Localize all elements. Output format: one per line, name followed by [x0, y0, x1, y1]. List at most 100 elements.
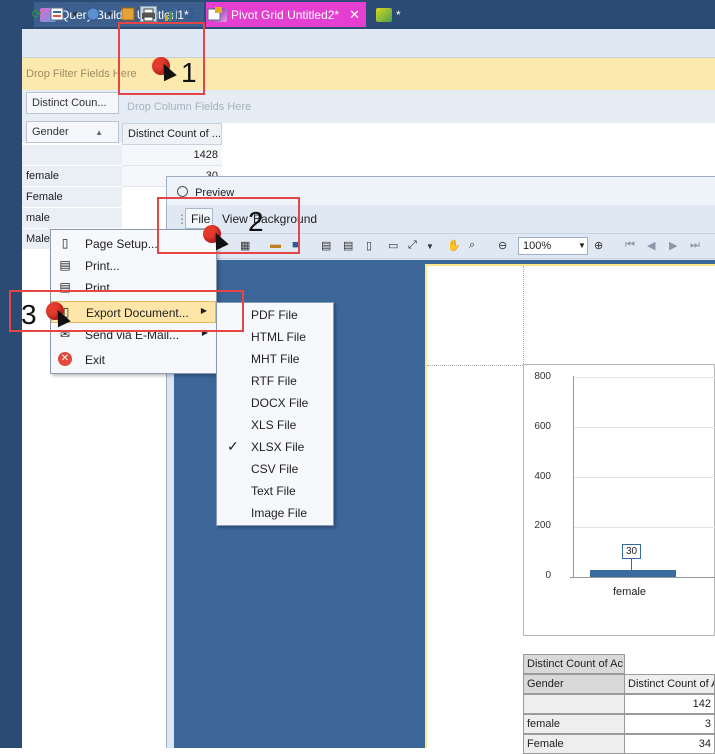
gridline — [574, 377, 715, 378]
export-image[interactable]: Image File — [217, 501, 333, 523]
menu-item-label: Exit — [85, 353, 106, 367]
data-source-icon[interactable] — [49, 6, 66, 22]
margin-line — [523, 266, 524, 364]
page-setup-icon: ▯ — [61, 236, 69, 250]
export-xlsx[interactable]: ✓ XLSX File — [217, 435, 333, 457]
y-tick-label: 800 — [534, 371, 551, 382]
table-cell: 34 — [624, 734, 715, 754]
table-cell — [523, 694, 625, 714]
settings-icon[interactable] — [206, 6, 223, 22]
export-csv[interactable]: CSV File — [217, 457, 333, 479]
menu-item-label: Print... — [85, 259, 120, 273]
menu-item-label: PDF File — [251, 308, 298, 322]
menu-item-label: Text File — [251, 484, 296, 498]
chevron-down-icon[interactable]: ▼ — [71, 10, 79, 19]
y-tick-label: 400 — [534, 471, 551, 482]
x-category-label: female — [613, 586, 647, 598]
menu-item-label: DOCX File — [251, 396, 309, 410]
menu-item-label: RTF File — [251, 374, 297, 388]
menu-item-label: CSV File — [251, 462, 299, 476]
previous-page-icon[interactable]: ◀ — [647, 239, 655, 252]
menu-item-exit[interactable]: ✕ Exit — [51, 349, 216, 371]
table-header: Distinct Count of A — [624, 674, 715, 694]
menu-item-label: XLSX File — [251, 440, 305, 454]
checkmark-icon: ✓ — [227, 438, 239, 454]
gender-field-button[interactable]: Gender ▲ — [26, 121, 119, 143]
pivot-row-header[interactable]: male — [22, 208, 122, 229]
tab-label: Pivot Grid Untitled2* — [231, 7, 340, 22]
menu-item-print-dialog[interactable]: ▤ Print... — [51, 255, 216, 277]
pivot-row-header[interactable]: female — [22, 166, 122, 187]
export-mht[interactable]: MHT File — [217, 347, 333, 369]
last-page-icon[interactable]: ⏭ — [690, 239, 700, 252]
zoom-in-icon[interactable]: ⊕ — [594, 239, 603, 252]
export-docx[interactable]: DOCX File — [217, 391, 333, 413]
data-label-connector — [631, 559, 632, 570]
refresh-icon[interactable]: ⟳ — [28, 6, 45, 22]
y-axis — [573, 376, 574, 577]
exit-icon: ✕ — [58, 352, 72, 366]
pivot-row-header[interactable]: Female — [22, 187, 122, 208]
table-cell: female — [523, 714, 625, 734]
chart-data-label: 30 — [622, 544, 641, 559]
chart-icon[interactable] — [162, 6, 179, 22]
table-header: Gender — [523, 674, 625, 694]
first-page-icon[interactable]: ⏮ — [625, 239, 635, 252]
menu-item-label: XLS File — [251, 418, 297, 432]
menu-item-label: HTML File — [251, 330, 306, 344]
connect-icon[interactable] — [84, 6, 101, 22]
close-icon[interactable]: ✕ — [349, 7, 360, 23]
left-panel-edge — [0, 29, 22, 748]
menu-item-label: MHT File — [251, 352, 300, 366]
value-column-header[interactable]: Distinct Count of ... — [122, 123, 222, 145]
sort-ascending-icon[interactable]: ▲ — [95, 126, 113, 138]
pivot-row-header[interactable] — [22, 145, 122, 166]
chevron-down-icon[interactable]: ▼ — [578, 241, 586, 250]
field-label: Gender — [32, 126, 69, 138]
step-number: 1 — [181, 57, 197, 88]
chevron-down-icon[interactable]: ▼ — [106, 10, 114, 19]
preview-icon — [177, 186, 188, 197]
pivot-cell[interactable]: 1428 — [122, 145, 222, 166]
chevron-down-icon[interactable]: ▼ — [426, 242, 434, 251]
annotation-box-step2 — [157, 197, 300, 254]
table-cell: 142 — [624, 694, 715, 714]
hand-tool-icon[interactable]: ✋ — [447, 239, 461, 252]
layout-icon[interactable] — [119, 6, 136, 22]
print-preview-icon[interactable] — [140, 6, 157, 22]
menu-item-label: Image File — [251, 506, 308, 520]
y-tick-label: 600 — [534, 421, 551, 432]
sum-icon[interactable]: Σ — [184, 6, 201, 22]
data-field-button[interactable]: Distinct Coun... — [26, 92, 119, 114]
chart-bar-female — [590, 570, 676, 577]
margin-line — [427, 365, 523, 366]
step-number: 3 — [21, 299, 37, 330]
column-drop-zone[interactable]: Drop Column Fields Here — [127, 101, 251, 113]
table-cell: Female — [523, 734, 625, 754]
menu-item-label: Page Setup... — [85, 237, 158, 251]
scale-icon[interactable]: ⤢ — [408, 239, 417, 252]
annotation-box-step3 — [9, 290, 244, 332]
step-number: 2 — [248, 206, 264, 237]
header-footer-icon[interactable]: ▭ — [388, 239, 398, 252]
print-icon[interactable]: ▤ — [321, 239, 331, 252]
page-setup-icon[interactable]: ▯ — [366, 239, 372, 252]
magnifier-icon[interactable]: ⌕ — [469, 239, 475, 252]
print-icon: ▤ — [59, 258, 71, 272]
new-query-icon — [376, 7, 392, 22]
gridline — [574, 477, 715, 478]
gridline — [574, 427, 715, 428]
export-rtf[interactable]: RTF File — [217, 369, 333, 391]
y-tick-label: 200 — [534, 520, 551, 531]
quick-print-icon[interactable]: ▤ — [343, 239, 353, 252]
gridline — [574, 527, 715, 528]
export-text[interactable]: Text File — [217, 479, 333, 501]
y-tick-label: 0 — [545, 570, 551, 581]
x-axis — [570, 577, 715, 578]
zoom-out-icon[interactable]: ⊖ — [498, 239, 507, 252]
table-cell: 3 — [624, 714, 715, 734]
next-page-icon[interactable]: ▶ — [669, 239, 677, 252]
export-xls[interactable]: XLS File — [217, 413, 333, 435]
tab-pivot-grid[interactable]: Pivot Grid Untitled2* ✕ — [206, 2, 366, 27]
tab-new-document[interactable]: * — [370, 2, 420, 27]
